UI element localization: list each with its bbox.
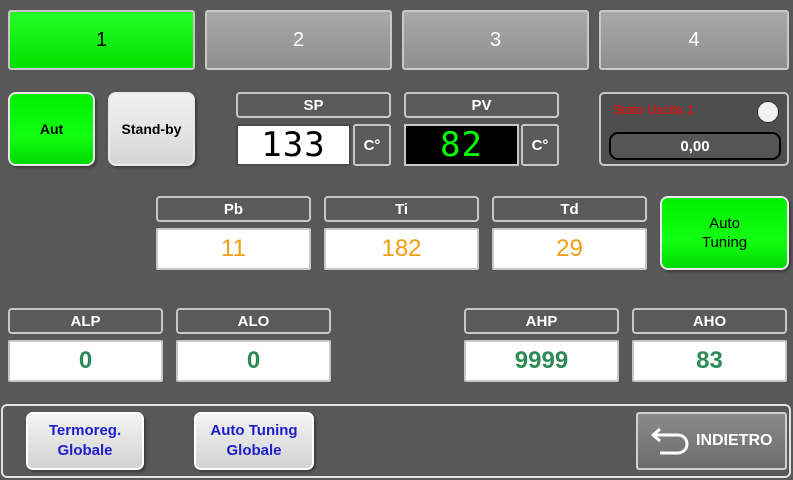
standby-label: Stand-by — [121, 120, 182, 137]
termoreg-globale-button[interactable]: Termoreg. Globale — [26, 412, 144, 470]
aut-label: Aut — [39, 120, 64, 137]
output-value: 0,00 — [680, 137, 710, 155]
pb-input[interactable]: 11 — [156, 228, 311, 270]
sp-header: SP — [236, 92, 391, 118]
td-input[interactable]: 29 — [492, 228, 647, 270]
sp-value: 133 — [261, 125, 326, 165]
td-header: Td — [492, 196, 647, 222]
pv-display: 82 — [404, 124, 519, 166]
tab-4[interactable]: 4 — [599, 10, 789, 70]
tab-label: 4 — [688, 28, 700, 51]
output-status-label: Stato Uscita 1 — [613, 102, 694, 117]
pv-label: PV — [471, 96, 492, 114]
back-button[interactable]: INDIETRO — [636, 412, 787, 470]
aho-label: AHO — [692, 312, 727, 330]
sp-unit: C° — [353, 124, 391, 166]
tab-label: 1 — [95, 28, 108, 51]
pb-value: 11 — [221, 235, 246, 262]
output-value-field: 0,00 — [609, 132, 781, 160]
sp-unit-label: C° — [363, 136, 381, 154]
output-status-panel: Stato Uscita 1 0,00 — [599, 92, 789, 166]
pv-value: 82 — [440, 125, 483, 165]
tab-label: 3 — [489, 28, 502, 51]
pv-unit: C° — [521, 124, 559, 166]
alo-label: ALO — [237, 312, 270, 330]
ti-label: Ti — [394, 200, 409, 218]
aho-header: AHO — [632, 308, 787, 334]
alp-input[interactable]: 0 — [8, 340, 163, 382]
back-arrow-icon — [651, 427, 689, 455]
td-value: 29 — [556, 235, 583, 262]
back-label: INDIETRO — [696, 432, 773, 449]
aho-input[interactable]: 83 — [632, 340, 787, 382]
auto-tuning-button[interactable]: Auto Tuning — [660, 196, 789, 270]
tab-3[interactable]: 3 — [402, 10, 589, 70]
auto-tuning-label: Auto Tuning — [701, 215, 748, 251]
tab-label: 2 — [292, 28, 305, 51]
alo-value: 0 — [246, 347, 261, 374]
aut-button[interactable]: Aut — [8, 92, 95, 166]
alp-header: ALP — [8, 308, 163, 334]
alo-input[interactable]: 0 — [176, 340, 331, 382]
pb-label: Pb — [223, 200, 244, 218]
ahp-label: AHP — [525, 312, 558, 330]
pb-header: Pb — [156, 196, 311, 222]
pv-header: PV — [404, 92, 559, 118]
alo-header: ALO — [176, 308, 331, 334]
ti-input[interactable]: 182 — [324, 228, 479, 270]
sp-input[interactable]: 133 — [236, 124, 351, 166]
sp-label: SP — [303, 96, 324, 114]
ahp-value: 9999 — [514, 347, 569, 374]
ti-value: 182 — [381, 235, 422, 262]
alp-label: ALP — [70, 312, 101, 330]
ti-header: Ti — [324, 196, 479, 222]
auto-tuning-globale-label: Auto Tuning Globale — [210, 422, 298, 459]
auto-tuning-globale-button[interactable]: Auto Tuning Globale — [194, 412, 314, 470]
termoreg-globale-label: Termoreg. Globale — [48, 422, 122, 459]
ahp-header: AHP — [464, 308, 619, 334]
pv-unit-label: C° — [531, 136, 549, 154]
td-label: Td — [560, 200, 579, 218]
standby-button[interactable]: Stand-by — [108, 92, 195, 166]
alp-value: 0 — [78, 347, 93, 374]
ahp-input[interactable]: 9999 — [464, 340, 619, 382]
output-status-indicator — [757, 101, 779, 123]
aho-value: 83 — [696, 347, 723, 374]
tab-2[interactable]: 2 — [205, 10, 392, 70]
tab-1[interactable]: 1 — [8, 10, 195, 70]
